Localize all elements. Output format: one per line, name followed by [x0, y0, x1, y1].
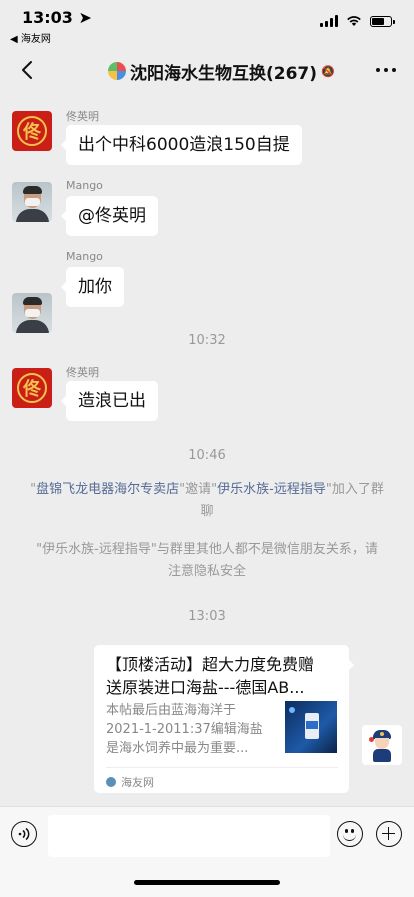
- voice-icon: [18, 827, 30, 841]
- back-to-app-link[interactable]: ◀ 海友网: [10, 30, 51, 45]
- status-icons: [320, 14, 395, 28]
- more-options-icon[interactable]: [376, 68, 396, 72]
- message-input[interactable]: [48, 815, 330, 857]
- my-avatar[interactable]: [362, 725, 402, 765]
- timestamp: 10:32: [188, 333, 226, 348]
- message-bubble[interactable]: 造浪已出: [61, 381, 158, 421]
- voice-input-button[interactable]: [11, 821, 37, 847]
- home-indicator[interactable]: [134, 880, 280, 885]
- avatar[interactable]: 佟: [12, 368, 52, 408]
- card-thumbnail: [285, 701, 337, 753]
- chat-title-text: 沈阳海水生物互换(267): [130, 63, 318, 84]
- status-time: 13:03 ➤: [22, 8, 92, 27]
- avatar[interactable]: 佟: [12, 111, 52, 151]
- source-logo-icon: [106, 777, 116, 787]
- sender-name: 佟英明: [66, 366, 99, 379]
- sender-name: 佟英明: [66, 110, 99, 123]
- battery-icon: [370, 15, 395, 27]
- card-source: 海友网: [106, 774, 154, 790]
- inviter-link[interactable]: 盘锦飞龙电器海尔专卖店: [36, 482, 179, 497]
- card-title: 【顶楼活动】超大力度免费赠 送原装进口海盐---德国AB...: [106, 655, 315, 697]
- emoji-button[interactable]: [337, 821, 363, 847]
- timestamp: 10:46: [188, 448, 226, 463]
- group-emoji-icon: [108, 62, 126, 80]
- mute-icon: 🔕: [321, 64, 335, 78]
- invitee-link[interactable]: 伊乐水族-远程指导: [217, 482, 326, 497]
- sender-name: Mango: [66, 250, 103, 263]
- avatar[interactable]: [12, 293, 52, 333]
- back-chevron-icon[interactable]: [16, 58, 40, 82]
- avatar[interactable]: [12, 182, 52, 222]
- sender-name: Mango: [66, 179, 103, 192]
- chat-title: 沈阳海水生物互换(267) 🔕: [108, 60, 335, 84]
- system-notice-privacy: "伊乐水族-远程指导"与群里其他人都不是微信朋友关系，请注意隐私安全: [36, 542, 378, 579]
- card-description: 本帖最后由蓝海海洋于 2021-1-2011:37编辑海盐 是海水饲养中最为重要…: [106, 703, 263, 756]
- signal-icon: [320, 15, 338, 27]
- message-bubble[interactable]: 加你: [61, 267, 124, 307]
- card-divider: [106, 767, 338, 768]
- link-card[interactable]: 【顶楼活动】超大力度免费赠 送原装进口海盐---德国AB... 本帖最后由蓝海海…: [94, 645, 354, 793]
- system-notice-join: "盘锦飞龙电器海尔专卖店"邀请"伊乐水族-远程指导"加入了群聊: [30, 482, 384, 519]
- timestamp: 13:03: [188, 609, 226, 624]
- message-bubble[interactable]: 出个中科6000造浪150自提: [61, 125, 302, 165]
- wifi-icon: [347, 16, 361, 26]
- message-bubble[interactable]: @佟英明: [61, 196, 158, 236]
- more-actions-button[interactable]: [376, 821, 402, 847]
